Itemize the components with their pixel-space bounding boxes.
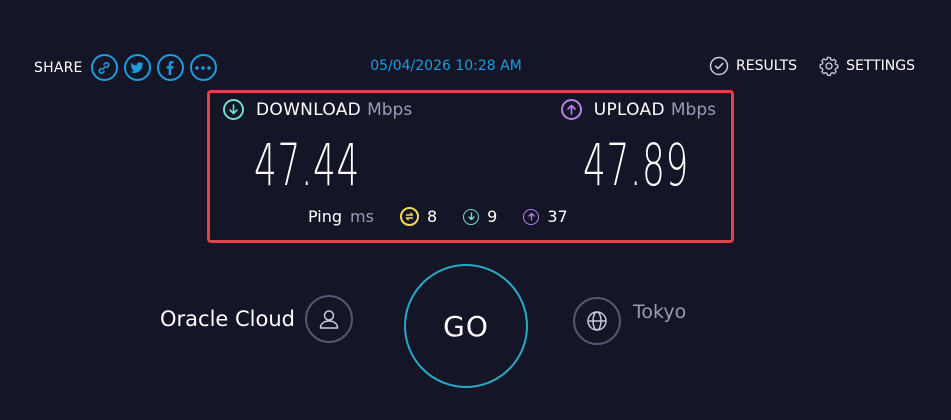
upload-label: UPLOAD <box>593 99 665 120</box>
download-label: DOWNLOAD <box>256 99 362 120</box>
ping-download: 9 <box>463 207 497 226</box>
check-circle-icon <box>709 56 729 76</box>
settings-label: SETTINGS <box>846 58 915 74</box>
download-speed-value: 47.44 <box>254 131 361 199</box>
go-button[interactable]: GO <box>404 264 528 388</box>
upload-speed-value: 47.89 <box>583 131 690 199</box>
results-link[interactable]: RESULTS <box>709 56 797 76</box>
ping-upload-value: 37 <box>547 207 568 226</box>
top-bar: SHARE 05/04/2026 10:28 AM RESULTS SETTIN… <box>0 50 951 82</box>
isp-name: Oracle Cloud <box>160 307 295 331</box>
ping-idle: 8 <box>399 207 438 226</box>
upload-unit: Mbps <box>670 99 716 120</box>
results-label: RESULTS <box>736 58 798 74</box>
idle-latency-icon <box>399 207 419 226</box>
ping-upload: 37 <box>523 207 568 226</box>
ping-idle-value: 8 <box>426 207 438 226</box>
settings-link[interactable]: SETTINGS <box>819 56 915 76</box>
download-unit: Mbps <box>367 99 413 120</box>
ping-label: Ping <box>308 207 343 226</box>
gear-icon <box>819 56 839 76</box>
upload-arrow-icon <box>560 99 582 120</box>
upload-header: UPLOAD Mbps <box>560 99 716 120</box>
download-header: DOWNLOAD Mbps <box>223 99 412 120</box>
top-nav: RESULTS SETTINGS <box>687 56 915 76</box>
download-latency-icon <box>463 208 480 225</box>
user-icon[interactable] <box>305 295 353 343</box>
globe-icon[interactable] <box>573 297 621 345</box>
server-section: Tokyo <box>573 297 686 345</box>
ping-download-value: 9 <box>487 207 498 226</box>
download-arrow-icon <box>223 99 244 120</box>
upload-latency-icon <box>523 208 540 225</box>
ping-row: Ping ms 8 9 37 <box>308 207 594 226</box>
server-name[interactable]: Tokyo <box>633 301 686 323</box>
isp-section: Oracle Cloud <box>160 295 353 343</box>
ping-unit: ms <box>350 207 374 226</box>
result-panel: DOWNLOAD Mbps UPLOAD Mbps 47.44 47.89 Pi… <box>207 90 734 243</box>
